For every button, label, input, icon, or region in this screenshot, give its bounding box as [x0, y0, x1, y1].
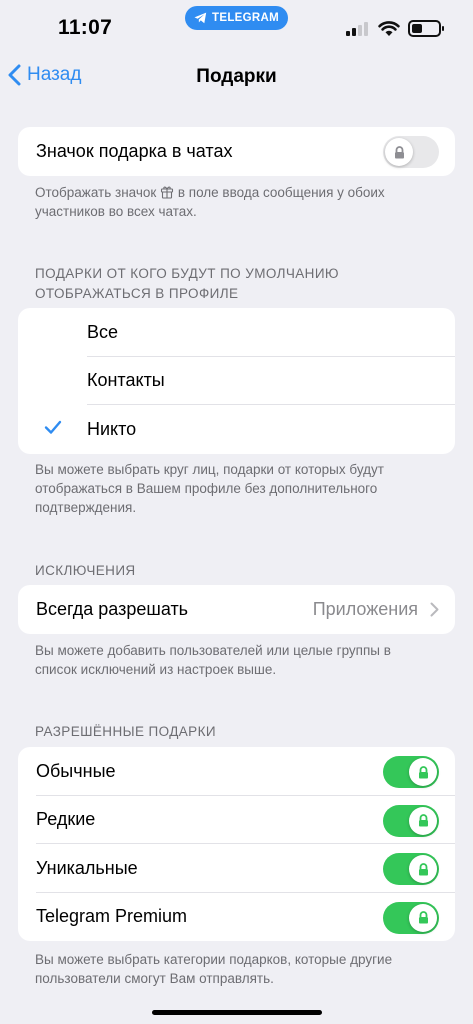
toggle-knob — [385, 138, 413, 166]
gift-icon-footer: Отображать значок в поле ввода сообщения… — [35, 183, 435, 221]
gift-icon — [161, 186, 174, 199]
allowed-gifts-card: Обычные Редкие Уникальные Telegram Premi… — [18, 747, 455, 941]
always-allow-row[interactable]: Всегда разрешать Приложения — [18, 585, 455, 634]
gift-type-label: Уникальные — [36, 857, 138, 878]
battery-icon — [408, 20, 444, 37]
option-everyone[interactable]: Все — [18, 308, 455, 357]
gift-type-label: Обычные — [36, 760, 116, 781]
visibility-header: ПОДАРКИ ОТ КОГО БУДУТ ПО УМОЛЧАНИЮ ОТОБР… — [35, 266, 339, 301]
unique-gifts-toggle[interactable] — [383, 853, 439, 885]
gift-icon-toggle[interactable] — [383, 136, 439, 168]
exceptions-card: Всегда разрешать Приложения — [18, 585, 455, 634]
always-allow-value: Приложения — [312, 598, 418, 619]
visibility-card: Все Контакты Никто — [18, 308, 455, 454]
gift-icon-card: Значок подарка в чатах — [18, 127, 455, 176]
allowed-gifts-header: РАЗРЕШЁННЫЕ ПОДАРКИ — [35, 724, 216, 739]
lock-icon — [394, 145, 404, 158]
gift-type-row-unique: Уникальные — [18, 844, 455, 893]
lock-icon — [418, 911, 428, 924]
option-label: Все — [87, 321, 119, 342]
option-label: Никто — [87, 418, 137, 439]
status-icons — [346, 20, 444, 37]
toggle-knob — [409, 758, 437, 786]
premium-gifts-toggle[interactable] — [383, 901, 439, 934]
always-allow-label: Всегда разрешать — [36, 598, 189, 619]
option-label: Контакты — [87, 370, 165, 391]
status-pill-label: TELEGRAM — [212, 12, 279, 24]
gift-type-label: Telegram Premium — [36, 906, 188, 927]
chevron-right-icon — [430, 602, 439, 617]
gift-type-row-premium: Telegram Premium — [18, 893, 455, 942]
exceptions-header: ИСКЛЮЧЕНИЯ — [35, 563, 136, 578]
gift-type-row-rare: Редкие — [18, 796, 455, 845]
page-title: Подарки — [196, 66, 277, 87]
gift-icon-row: Значок подарка в чатах — [18, 127, 455, 176]
cellular-signal-icon — [346, 21, 368, 36]
status-bar: 11:07 TELEGRAM — [0, 0, 473, 58]
lock-icon — [418, 862, 428, 875]
telegram-status-pill[interactable]: TELEGRAM — [185, 6, 288, 30]
visibility-footer: Вы можете выбрать круг лиц, подарки от к… — [35, 462, 384, 515]
option-contacts[interactable]: Контакты — [18, 357, 455, 406]
home-indicator — [152, 1010, 322, 1015]
status-time: 11:07 — [58, 16, 113, 39]
toggle-knob — [409, 806, 437, 835]
option-nobody[interactable]: Никто — [18, 405, 455, 454]
lock-icon — [418, 765, 428, 778]
toggle-knob — [409, 903, 437, 932]
regular-gifts-toggle[interactable] — [383, 756, 439, 788]
gift-type-label: Редкие — [36, 809, 96, 830]
gift-icon-label: Значок подарка в чатах — [36, 140, 233, 161]
rare-gifts-toggle[interactable] — [383, 804, 439, 837]
telegram-plane-icon — [194, 12, 207, 24]
gift-icon-footer-text-1: Отображать значок — [35, 185, 157, 200]
nav-bar: Назад Подарки — [0, 58, 473, 98]
exceptions-footer: Вы можете добавить пользователей или цел… — [35, 643, 391, 677]
allowed-gifts-footer: Вы можете выбрать категории подарков, ко… — [35, 952, 393, 986]
toggle-knob — [409, 855, 437, 883]
battery-level — [412, 24, 422, 33]
lock-icon — [418, 814, 428, 827]
wifi-icon — [378, 20, 400, 36]
always-allow-value-area: Приложения — [313, 585, 439, 634]
checkmark-icon — [44, 420, 62, 434]
gift-type-row-regular: Обычные — [18, 747, 455, 796]
